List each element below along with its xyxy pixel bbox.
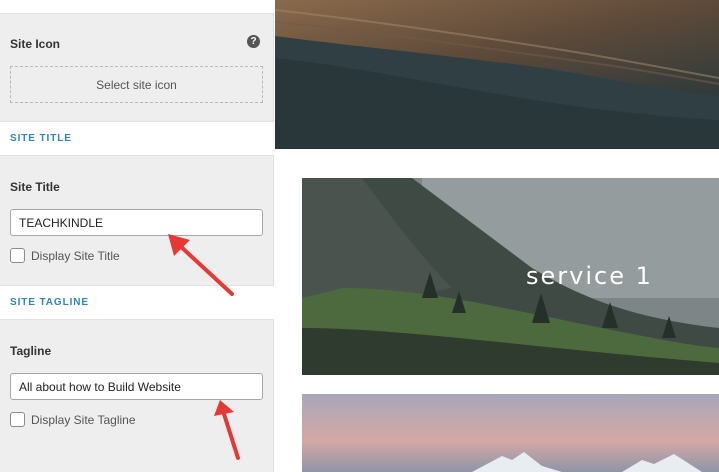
site-preview: service 1 <box>275 0 719 472</box>
site-icon-label: Site Icon <box>10 37 61 51</box>
site-title-section-heading: SITE TITLE <box>0 121 274 156</box>
preview-image-card <box>302 394 719 472</box>
display-site-title-label: Display Site Title <box>31 248 120 263</box>
sidebar-top-section <box>0 0 274 14</box>
service-title: service 1 <box>526 262 653 290</box>
select-site-icon-button[interactable]: Select site icon <box>10 66 263 103</box>
service-card[interactable]: service 1 <box>302 178 719 375</box>
tagline-input[interactable] <box>10 373 263 400</box>
tagline-label: Tagline <box>10 344 52 358</box>
display-site-title-checkbox-row[interactable]: Display Site Title <box>10 248 120 263</box>
display-site-title-checkbox[interactable] <box>10 248 25 263</box>
site-tagline-heading-text: SITE TAGLINE <box>10 297 89 308</box>
site-title-label: Site Title <box>10 180 60 194</box>
site-tagline-section-heading: SITE TAGLINE <box>0 285 274 320</box>
site-title-input[interactable] <box>10 209 263 236</box>
customizer-sidebar: Site Icon ? Select site icon SITE TITLE … <box>0 0 274 472</box>
site-title-heading-text: SITE TITLE <box>10 133 72 144</box>
question-circle-icon[interactable]: ? <box>247 35 260 48</box>
hero-image <box>275 0 719 149</box>
display-site-tagline-checkbox[interactable] <box>10 412 25 427</box>
display-site-tagline-checkbox-row[interactable]: Display Site Tagline <box>10 412 136 427</box>
display-site-tagline-label: Display Site Tagline <box>31 412 136 427</box>
